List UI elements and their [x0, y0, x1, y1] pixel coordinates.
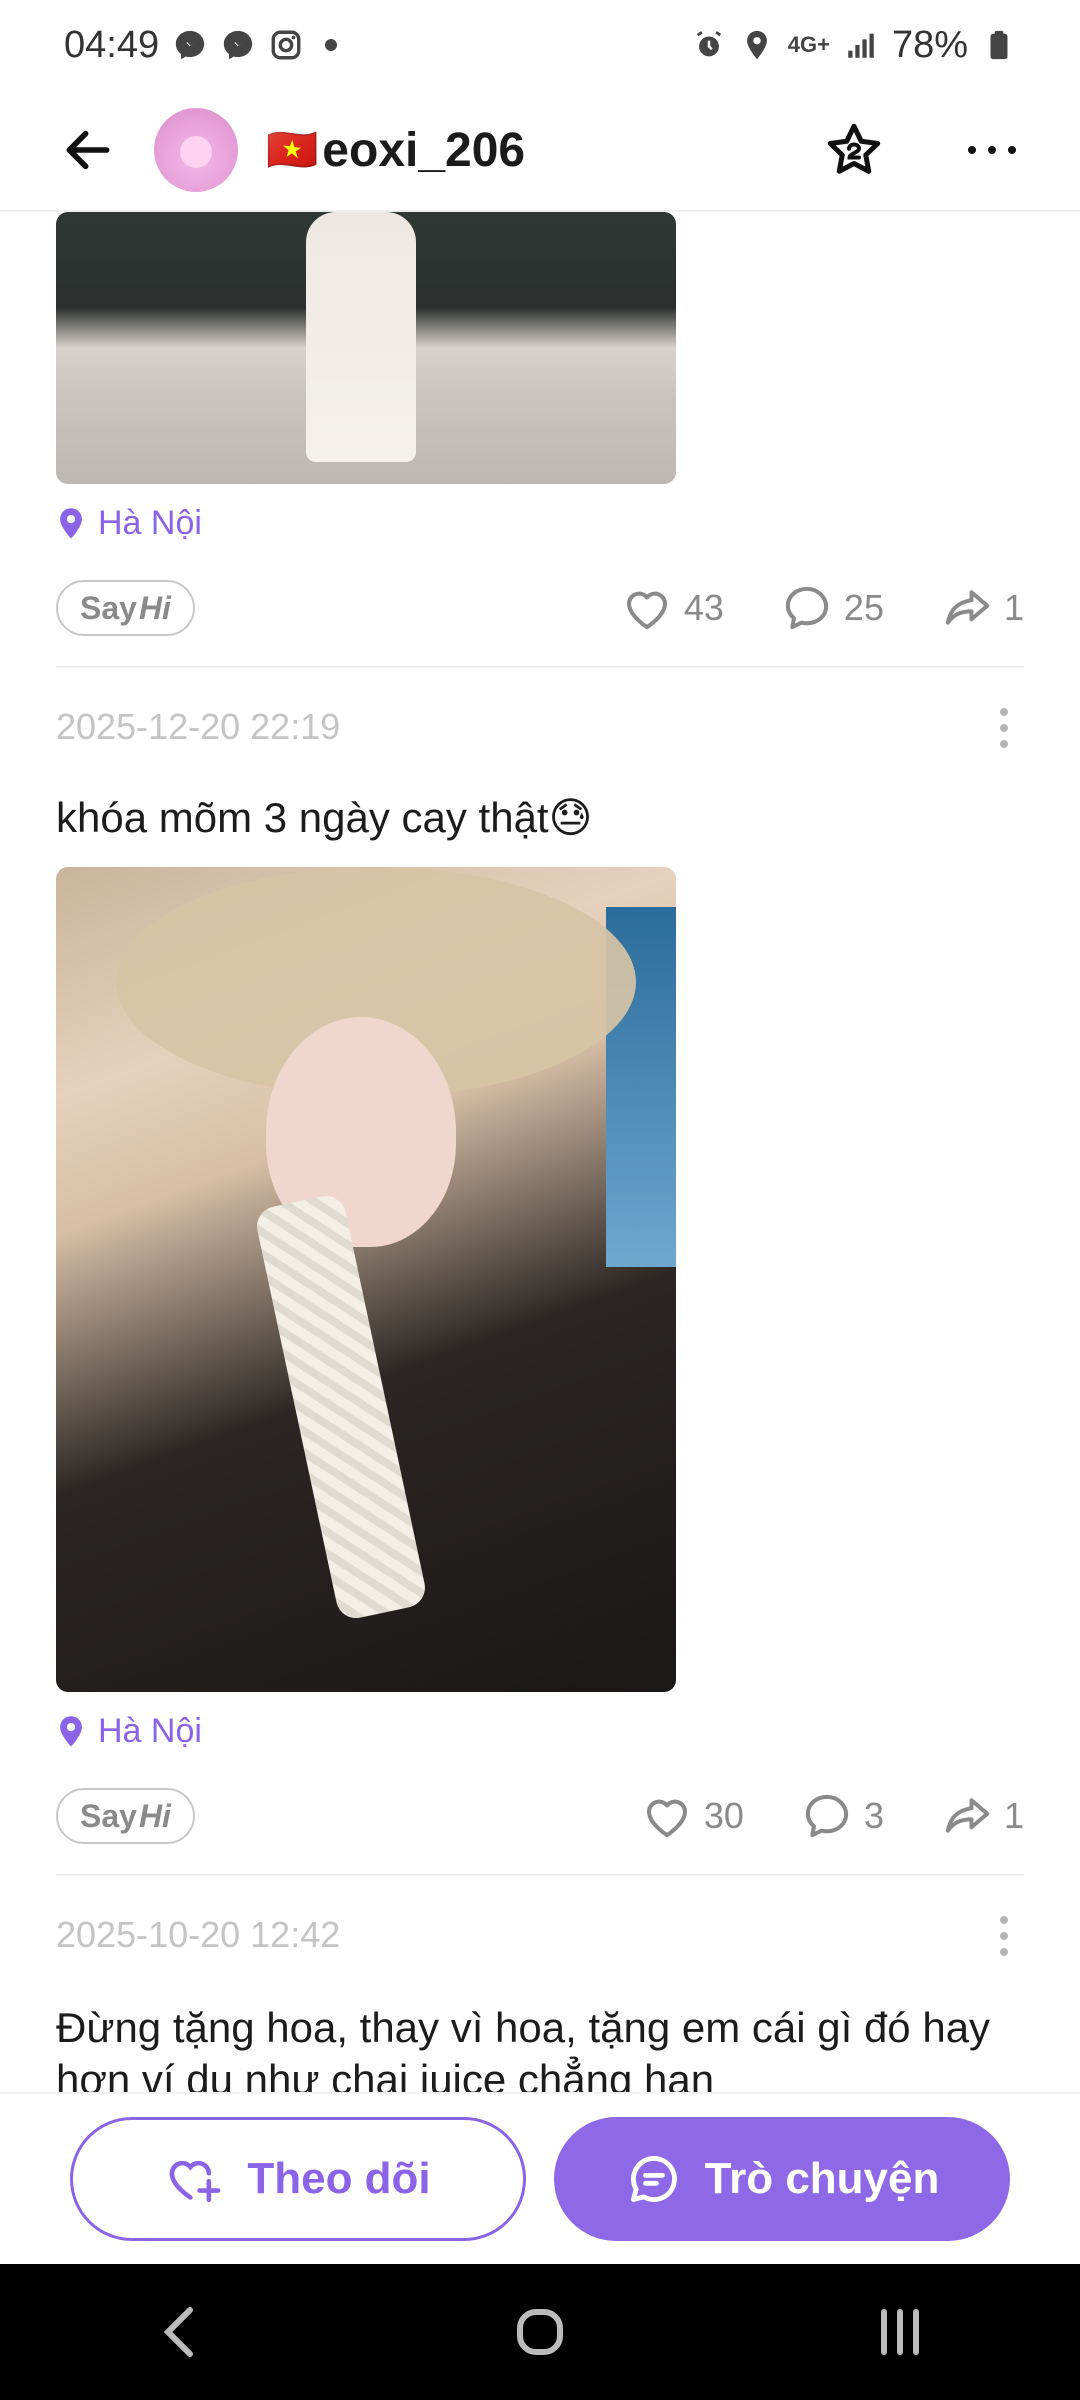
kebab-dot-icon — [1000, 1932, 1008, 1940]
location-icon — [740, 28, 774, 62]
location-pin-icon — [60, 507, 82, 539]
say-hi-hi: Hi — [138, 589, 171, 626]
battery-icon — [982, 28, 1016, 62]
follow-button-label: Theo dõi — [247, 2154, 431, 2203]
post-menu-button[interactable] — [984, 1906, 1024, 1966]
post-metrics: 30 3 1 — [640, 1789, 1024, 1843]
profile-action-bar: Theo dõi Trò chuyện — [0, 2092, 1080, 2264]
more-horizontal-icon — [968, 146, 1016, 154]
post-location[interactable]: Hà Nội — [56, 1712, 202, 1751]
post-caption: Đừng tặng hoa, thay vì hoa, tặng em cái … — [56, 2004, 991, 2092]
comment-button[interactable]: 25 — [780, 581, 884, 635]
username: eoxi_206 — [322, 123, 526, 177]
network-type: 4G+ — [787, 32, 830, 57]
kebab-dot-icon — [1000, 1948, 1008, 1956]
post-caption: khóa mõm 3 ngày cay thật😓 — [56, 794, 593, 841]
comment-button[interactable]: 3 — [800, 1789, 884, 1843]
post-divider — [56, 666, 1024, 668]
chat-bubble-icon — [630, 2156, 677, 2202]
like-button[interactable]: 43 — [620, 581, 724, 635]
country-flag: 🇻🇳 — [266, 125, 319, 173]
profile-header: 🇻🇳 eoxi_206 — [0, 90, 1080, 212]
alarm-icon — [692, 28, 726, 62]
post-timestamp: 2025-10-20 12:42 — [56, 1914, 341, 1955]
like-count: 30 — [703, 1795, 744, 1836]
system-recents-button[interactable] — [840, 2292, 960, 2372]
more-options-button[interactable] — [960, 118, 1024, 182]
post-divider — [56, 1874, 1024, 1876]
post-timestamp: 2025-12-20 22:19 — [56, 706, 341, 747]
say-hi-button[interactable]: Say Hi — [56, 580, 195, 636]
share-button[interactable]: 1 — [940, 1789, 1024, 1843]
heart-plus-icon — [169, 2160, 221, 2203]
post-image-scarf — [253, 1192, 429, 1622]
home-circle-icon — [517, 2309, 563, 2355]
comment-icon — [785, 586, 829, 630]
post-actions: Say Hi 43 25 1 — [56, 578, 1024, 638]
kebab-dot-icon — [1000, 740, 1008, 748]
system-home-button[interactable] — [480, 2292, 600, 2372]
kebab-dot-icon — [1000, 708, 1008, 716]
recents-icon — [881, 2309, 919, 2355]
header-actions — [822, 118, 1024, 182]
post-image-subject — [306, 212, 416, 462]
star-icon — [827, 123, 881, 174]
location-label: Hà Nội — [98, 504, 202, 542]
kebab-dot-icon — [1000, 1916, 1008, 1924]
post-actions: Say Hi 30 3 1 — [56, 1786, 1024, 1846]
share-count: 1 — [1003, 587, 1024, 628]
system-nav-bar — [0, 2264, 1080, 2400]
post-menu-button[interactable] — [984, 698, 1024, 758]
heart-icon — [646, 1799, 687, 1838]
status-left: 04:49 — [64, 23, 338, 67]
signal-icon — [844, 28, 878, 62]
share-icon — [945, 590, 990, 625]
status-time: 04:49 — [64, 23, 160, 66]
comment-count: 3 — [863, 1795, 884, 1836]
arrow-left-icon — [66, 130, 110, 170]
messenger-icon — [221, 28, 255, 62]
location-label: Hà Nội — [98, 1712, 202, 1750]
share-count: 1 — [1003, 1795, 1024, 1836]
say-hi-say: Say — [80, 589, 137, 626]
kebab-dot-icon — [1000, 724, 1008, 732]
battery-percent: 78% — [891, 23, 968, 66]
like-count: 43 — [683, 587, 724, 628]
chat-button-label: Trò chuyện — [704, 2154, 940, 2203]
post-feed[interactable]: Hà Nội Say Hi 43 25 1 2025-12-20 22:19 kh… — [0, 212, 1080, 2092]
post-image[interactable] — [56, 867, 676, 1692]
share-icon — [945, 1798, 990, 1833]
status-bar: 04:49 4G+ 78% — [0, 0, 1080, 90]
share-button[interactable]: 1 — [940, 581, 1024, 635]
say-hi-button[interactable]: Say Hi — [56, 1788, 195, 1844]
post-location[interactable]: Hà Nội — [56, 504, 202, 543]
comment-icon — [805, 1794, 849, 1838]
heart-icon — [626, 591, 667, 630]
favorite-button[interactable] — [822, 118, 886, 182]
system-back-button[interactable] — [120, 2292, 240, 2372]
notification-dot-icon — [325, 39, 338, 51]
post-image[interactable] — [56, 212, 676, 484]
instagram-icon — [269, 28, 303, 62]
say-hi-hi: Hi — [138, 1797, 171, 1834]
messenger-icon — [173, 28, 207, 62]
comment-count: 25 — [843, 587, 884, 628]
avatar[interactable] — [154, 108, 238, 192]
like-button[interactable]: 30 — [640, 1789, 744, 1843]
chat-button[interactable]: Trò chuyện — [554, 2117, 1010, 2241]
say-hi-say: Say — [80, 1797, 137, 1834]
post-metrics: 43 25 1 — [620, 581, 1024, 635]
back-button[interactable] — [56, 118, 120, 182]
location-pin-icon — [60, 1715, 82, 1747]
status-right: 4G+ 78% — [692, 24, 1016, 67]
follow-button[interactable]: Theo dõi — [70, 2117, 526, 2241]
chevron-left-icon — [163, 2307, 193, 2357]
